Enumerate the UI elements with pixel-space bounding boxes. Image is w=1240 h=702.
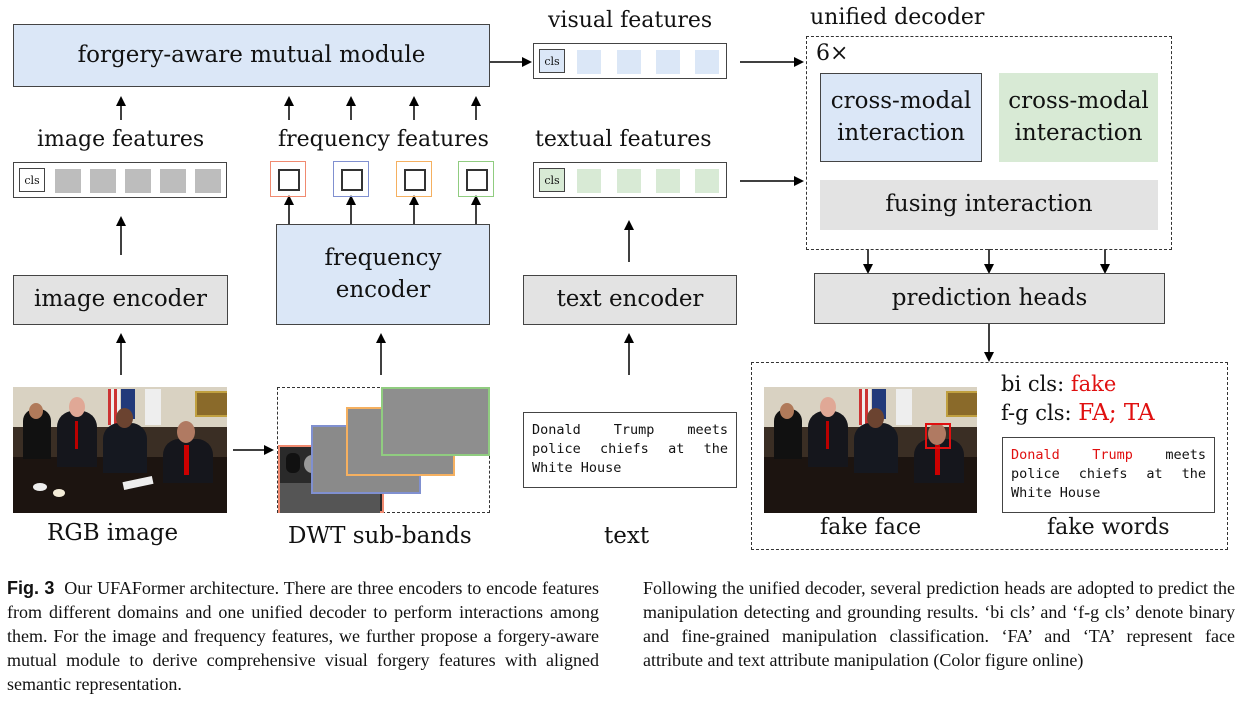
visual-token	[656, 50, 680, 74]
bi-cls-result: bi cls: fake	[1001, 372, 1116, 396]
image-token	[160, 169, 186, 193]
caption-left: Fig. 3 Our UFAFormer architecture. There…	[7, 576, 599, 696]
image-token	[55, 169, 81, 193]
fake-words-highlight: Donald Trump	[1011, 447, 1133, 463]
fake-face-label: fake face	[820, 515, 922, 540]
input-text-content: Donald Trump meets police chiefs at the …	[532, 422, 728, 476]
dwt-label: DWT sub-bands	[288, 523, 472, 549]
textual-token	[695, 169, 719, 193]
cls-token: cls	[539, 168, 565, 192]
caption-left-text: Our UFAFormer architecture. There are th…	[7, 578, 599, 694]
fake-face-image	[764, 387, 977, 513]
text-encoder: text encoder	[523, 275, 737, 325]
unified-decoder-title: unified decoder	[810, 5, 985, 30]
frequency-feature-ll	[270, 161, 306, 197]
cross-modal-interaction-textual: cross-modal interaction	[999, 73, 1158, 162]
fake-face-bbox	[925, 423, 951, 449]
textual-token	[577, 169, 601, 193]
fake-words-label: fake words	[1047, 515, 1170, 540]
image-encoder-label: image encoder	[33, 286, 207, 313]
image-token	[195, 169, 221, 193]
frequency-feature-hh	[458, 161, 494, 197]
bi-cls-label: bi cls:	[1001, 372, 1065, 396]
bi-cls-value: fake	[1070, 372, 1117, 396]
text-encoder-label: text encoder	[556, 286, 704, 313]
prediction-heads-label: prediction heads	[891, 284, 1088, 311]
frequency-encoder-label: frequency encoder	[324, 245, 442, 303]
fg-cls-value: FA; TA	[1078, 400, 1155, 426]
figure-number: Fig. 3	[7, 578, 55, 598]
image-features-bar: cls	[13, 162, 227, 198]
visual-token	[577, 50, 601, 74]
forgery-aware-mutual-module: forgery-aware mutual module	[13, 24, 490, 87]
module-label: forgery-aware mutual module	[77, 41, 426, 68]
fusing-label: fusing interaction	[885, 191, 1093, 218]
textual-token	[617, 169, 641, 193]
fg-cls-label: f-g cls:	[1001, 401, 1072, 425]
caption-right: Following the unified decoder, several p…	[643, 576, 1235, 672]
visual-features-label: visual features	[548, 8, 713, 33]
fusing-interaction: fusing interaction	[820, 180, 1158, 230]
frequency-feature-lh	[333, 161, 369, 197]
caption-right-text: Following the unified decoder, several p…	[643, 578, 1235, 670]
cross-modal-label: cross-modal interaction	[1008, 88, 1149, 146]
frequency-features-label: frequency features	[278, 127, 489, 152]
text-label: text	[604, 523, 650, 549]
visual-token	[617, 50, 641, 74]
fake-words-text: Donald Trump meets police chiefs at the …	[1002, 437, 1215, 513]
image-token	[90, 169, 116, 193]
repeat-count: 6×	[816, 41, 849, 66]
image-features-label: image features	[37, 127, 205, 152]
rgb-image	[13, 387, 227, 513]
frequency-encoder: frequency encoder	[276, 224, 490, 325]
rgb-image-label: RGB image	[47, 520, 179, 546]
textual-token	[656, 169, 680, 193]
visual-token	[695, 50, 719, 74]
prediction-heads: prediction heads	[814, 273, 1165, 324]
cross-modal-label: cross-modal interaction	[830, 88, 972, 146]
image-token	[125, 169, 151, 193]
cls-token: cls	[19, 168, 45, 192]
fg-cls-result: f-g cls: FA; TA	[1001, 400, 1155, 426]
visual-features-bar: cls	[533, 43, 727, 79]
image-encoder: image encoder	[13, 275, 228, 325]
cross-modal-interaction-visual: cross-modal interaction	[820, 73, 982, 162]
textual-features-bar: cls	[533, 162, 727, 198]
textual-features-label: textual features	[535, 127, 712, 152]
cls-token: cls	[539, 49, 565, 73]
sub-band-hh	[381, 387, 490, 456]
frequency-feature-hl	[396, 161, 432, 197]
input-text: Donald Trump meets police chiefs at the …	[523, 412, 737, 488]
